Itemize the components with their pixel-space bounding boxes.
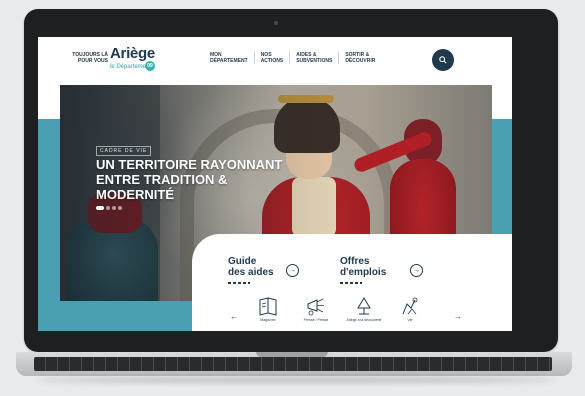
- tile-decouverte[interactable]: Ariège à la découverte: [344, 296, 384, 322]
- dotted-underline: [340, 282, 362, 284]
- offres-emplois-title: Offres d'emplois: [340, 256, 387, 278]
- slider-dot[interactable]: [112, 206, 116, 210]
- slider-dots: [96, 206, 122, 210]
- nav-item-mon-departement[interactable]: MON DÉPARTEMENT: [210, 52, 254, 64]
- main-nav: MON DÉPARTEMENT NOS ACTIONS AIDES & SUBV…: [210, 52, 381, 64]
- tile-magazine[interactable]: Magazine: [248, 296, 288, 322]
- slider-dot[interactable]: [106, 206, 110, 210]
- laptop-shadow: [36, 377, 556, 383]
- carousel-next-button[interactable]: →: [454, 312, 462, 321]
- dotted-underline: [228, 282, 250, 284]
- nav-item-nos-actions[interactable]: NOS ACTIONS: [253, 52, 290, 64]
- search-icon: [439, 56, 447, 64]
- webcam-icon: [274, 21, 278, 25]
- slider-dot[interactable]: [96, 206, 104, 210]
- logo-badge: 09: [145, 61, 155, 71]
- search-button[interactable]: [432, 49, 454, 71]
- offres-emplois-link[interactable]: Offres d'emplois: [340, 256, 386, 284]
- tile-presse[interactable]: Presse / Presse: [296, 296, 336, 322]
- keyboard: [34, 357, 552, 371]
- arrow-right-icon[interactable]: →: [286, 264, 299, 277]
- slider-dot[interactable]: [118, 206, 122, 210]
- tagline: TOUJOURS LÀ POUR VOUS: [72, 52, 108, 64]
- hero-title: UN TERRITOIRE RAYONNANT ENTRE TRADITION …: [96, 157, 283, 202]
- tile-label: Ariège à la découverte: [346, 318, 382, 322]
- quick-access-panel: Guide des aides → Offres d'emplois → ← M…: [192, 234, 512, 331]
- guide-des-aides-link[interactable]: Guide des aides: [228, 256, 274, 284]
- guide-des-aides-title: Guide des aides: [228, 256, 274, 278]
- book-icon: [259, 297, 277, 316]
- nav-item-aides-subventions[interactable]: AIDES & SUBVENTIONS: [289, 52, 338, 64]
- tree-icon: [357, 297, 371, 315]
- arrow-right-icon[interactable]: →: [410, 264, 423, 277]
- carousel-prev-button[interactable]: ←: [230, 312, 238, 321]
- tile-label: Magazine: [260, 318, 276, 322]
- tile-label: Vie: [407, 318, 413, 322]
- hero-kicker: CADRE DE VIE: [96, 146, 152, 156]
- website-screen: TOUJOURS LÀ POUR VOUS Ariège le Départem…: [38, 37, 512, 331]
- tile-vie[interactable]: Vie: [390, 296, 430, 322]
- megaphone-icon: [307, 298, 324, 316]
- nav-item-sortir-decouvrir[interactable]: SORTIR & DÉCOUVRIR: [338, 52, 381, 64]
- hands-icon: [402, 297, 418, 315]
- site-header: TOUJOURS LÀ POUR VOUS Ariège le Départem…: [38, 37, 512, 83]
- logo-wordmark[interactable]: Ariège: [110, 45, 155, 62]
- tile-label: Presse / Presse: [303, 318, 329, 322]
